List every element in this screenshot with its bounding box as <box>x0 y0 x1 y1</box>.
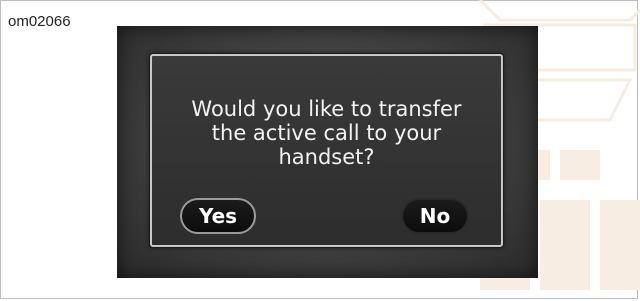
no-button[interactable]: No <box>401 198 469 234</box>
yes-button[interactable]: Yes <box>180 198 256 234</box>
infotainment-screen: Would you like to transfer the active ca… <box>117 26 538 278</box>
transfer-call-dialog: Would you like to transfer the active ca… <box>150 54 503 247</box>
dialog-message: Would you like to transfer the active ca… <box>191 97 462 169</box>
figure-label: om02066 <box>8 13 71 30</box>
